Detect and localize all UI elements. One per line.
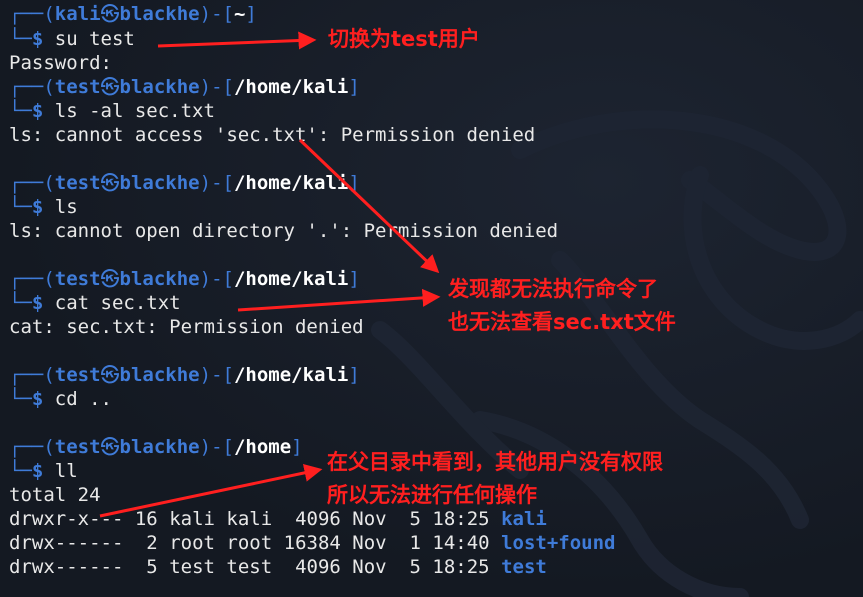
output-line: cat: sec.txt: Permission denied [9, 316, 364, 338]
listing-owner: test [169, 556, 215, 578]
prompt-command-line: └─$ cat sec.txt [9, 292, 181, 314]
listing-time: 14:40 [432, 532, 490, 554]
listing-perms: drwxr-x--- [9, 508, 124, 530]
command-text: ll [54, 460, 78, 482]
terminal-window[interactable]: ┌──(kali㉿blackhe)-[~] └─$ su test Passwo… [0, 0, 863, 597]
command-text: ls [54, 196, 78, 218]
listing-group: root [226, 532, 273, 554]
prompt-path: /home/kali [233, 76, 349, 98]
command-text: ls -al sec.txt [54, 100, 215, 122]
listing-links: 5 [134, 556, 158, 578]
listing-links: 16 [134, 508, 158, 530]
prompt-user: test [54, 76, 101, 98]
prompt-path: /home/kali [233, 268, 349, 290]
prompt-host: blackhe [119, 76, 200, 98]
prompt-host: blackhe [119, 172, 200, 194]
listing-perms: drwx------ [9, 556, 124, 578]
listing-owner: root [169, 532, 215, 554]
prompt-host: blackhe [119, 3, 200, 25]
prompt-host: blackhe [119, 364, 200, 386]
output-line: total 24 [9, 484, 101, 506]
listing-perms: drwx------ [9, 532, 124, 554]
prompt-frame-bottom: └─$ [9, 28, 44, 50]
prompt-header: ┌──(test㉿blackhe)-[/home/kali] [9, 172, 360, 194]
output-line: ls: cannot access 'sec.txt': Permission … [9, 124, 536, 146]
prompt-command-line: └─$ su test [9, 27, 135, 51]
prompt-command-line: └─$ ls [9, 196, 78, 218]
listing-day: 1 [398, 532, 421, 554]
listing-owner: kali [169, 508, 215, 530]
prompt-command-line: └─$ cd .. [9, 388, 112, 410]
prompt-header: ┌──(test㉿blackhe)-[/home/kali] [9, 76, 360, 98]
listing-day: 5 [398, 556, 421, 578]
listing-row: drwx------ 5 test test 4096 Nov 5 18:25 … [9, 555, 547, 579]
prompt-user: test [54, 172, 101, 194]
prompt-user: kali [54, 3, 101, 25]
prompt-host: blackhe [119, 268, 200, 290]
prompt-header: ┌──(test㉿blackhe)-[/home] [9, 436, 303, 458]
annotation-parent-dir: 在父目录中看到，其他用户没有权限 [327, 450, 663, 474]
listing-name: test [501, 556, 547, 578]
kali-skull-icon: ㉿ [100, 436, 120, 458]
annotation-switch-user: 切换为test用户 [328, 27, 480, 51]
listing-size: 4096 [283, 508, 341, 530]
prompt-user: test [54, 436, 101, 458]
prompt-user: test [54, 364, 101, 386]
listing-name: lost+found [501, 532, 616, 554]
listing-month: Nov [352, 532, 387, 554]
command-text: su test [54, 28, 135, 50]
listing-month: Nov [352, 556, 387, 578]
listing-name: kali [501, 508, 547, 530]
listing-links: 2 [134, 532, 158, 554]
listing-time: 18:25 [432, 556, 490, 578]
listing-group: test [226, 556, 273, 578]
output-line: ls: cannot open directory '.': Permissio… [9, 220, 559, 242]
prompt-path: /home/kali [233, 364, 349, 386]
kali-skull-icon: ㉿ [100, 76, 120, 98]
kali-skull-icon: ㉿ [100, 364, 120, 386]
prompt-user: test [54, 268, 101, 290]
prompt-header: ┌──(test㉿blackhe)-[/home/kali] [9, 268, 360, 290]
prompt-path: /home [233, 436, 292, 458]
kali-skull-icon: ㉿ [100, 172, 120, 194]
listing-time: 18:25 [432, 508, 490, 530]
listing-size: 4096 [283, 556, 341, 578]
kali-skull-icon: ㉿ [100, 268, 120, 290]
listing-group: kali [226, 508, 273, 530]
output-line: Password: [9, 52, 112, 74]
listing-size: 16384 [283, 532, 341, 554]
prompt-command-line: └─$ ls -al sec.txt [9, 100, 215, 122]
listing-day: 5 [398, 508, 421, 530]
command-text: cat sec.txt [54, 292, 181, 314]
prompt-path: ~ [233, 3, 246, 25]
prompt-path: /home/kali [233, 172, 349, 194]
listing-row: drwx------ 2 root root 16384 Nov 1 14:40… [9, 531, 615, 555]
kali-skull-icon: ㉿ [100, 3, 120, 25]
listing-row: drwxr-x--- 16 kali kali 4096 Nov 5 18:25… [9, 507, 547, 531]
annotation-cannot-exec: 发现都无法执行命令了 [448, 277, 658, 301]
prompt-header: ┌──(kali㉿blackhe)-[~] [9, 3, 257, 25]
annotation-no-permission: 所以无法进行任何操作 [327, 483, 537, 507]
prompt-frame-top: ┌──( [9, 3, 55, 25]
prompt-command-line: └─$ ll [9, 460, 78, 482]
prompt-header: ┌──(test㉿blackhe)-[/home/kali] [9, 364, 360, 386]
listing-month: Nov [352, 508, 387, 530]
prompt-host: blackhe [119, 436, 200, 458]
command-text: cd .. [54, 388, 112, 410]
annotation-cannot-view: 也无法查看sec.txt文件 [448, 310, 676, 334]
